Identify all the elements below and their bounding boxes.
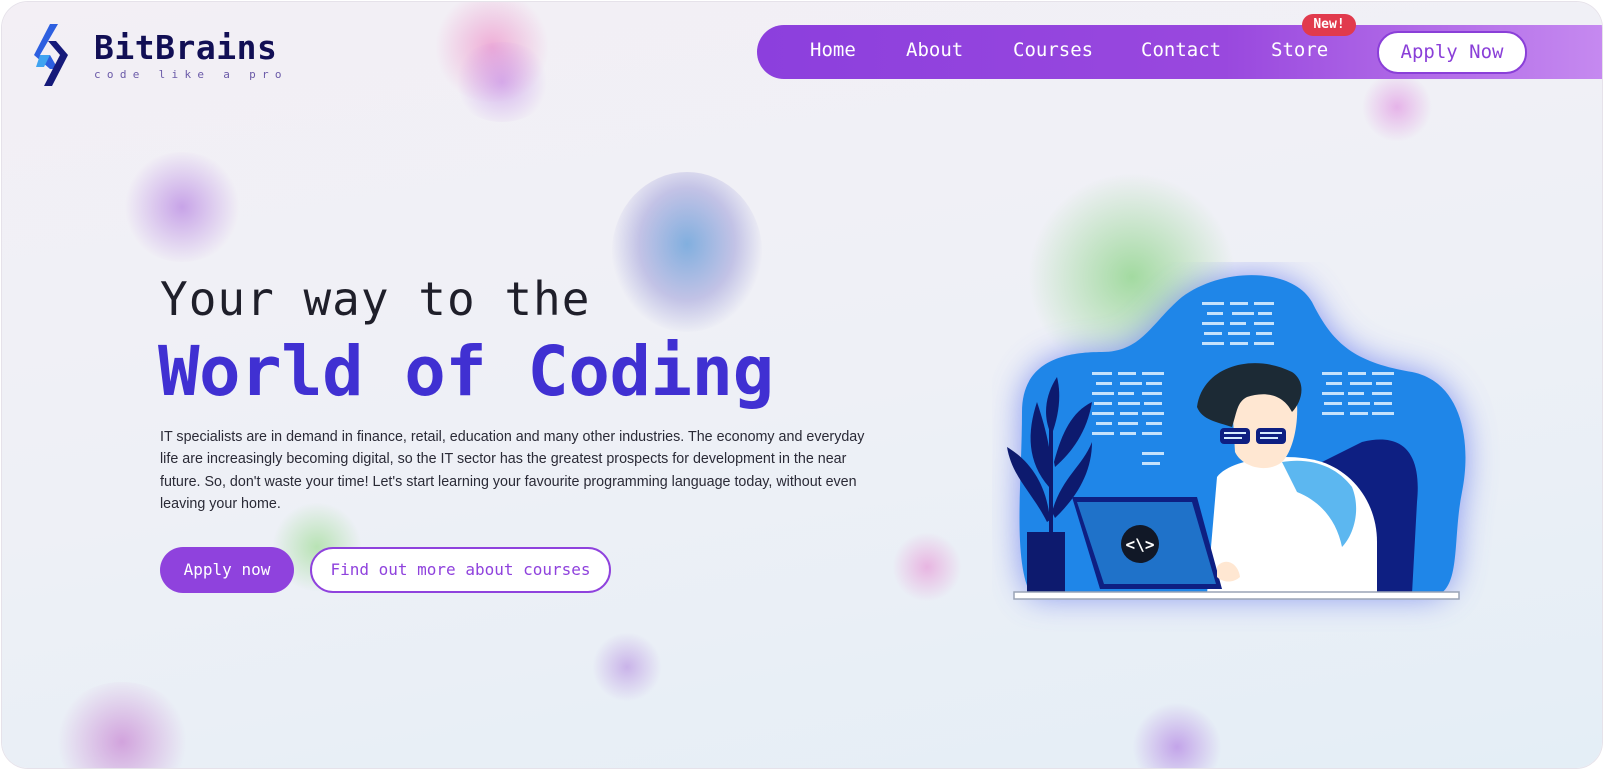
nav-item-contact[interactable]: Contact <box>1141 39 1221 61</box>
brand-name: BitBrains <box>94 27 278 67</box>
hero-title-line1: Your way to the <box>160 272 591 326</box>
nav-item-courses[interactable]: Courses <box>1013 39 1093 61</box>
background-blob <box>592 632 662 702</box>
brand-text: BitBrains code like a pro <box>94 27 288 81</box>
chevron-brackets-logo-icon <box>34 24 68 86</box>
nav-item-about[interactable]: About <box>906 39 963 61</box>
programmer-at-laptop-illustration: <\> <box>1007 275 1466 600</box>
brand-logo[interactable]: BitBrains code like a pro <box>28 24 288 86</box>
background-blob <box>892 532 962 602</box>
background-blob <box>1362 72 1432 142</box>
nav-item-store[interactable]: Store <box>1271 39 1328 61</box>
find-out-more-button[interactable]: Find out more about courses <box>310 547 611 593</box>
nav-item-home[interactable]: Home <box>810 39 856 61</box>
apply-now-button[interactable]: Apply now <box>160 547 294 593</box>
hero-description: IT specialists are in demand in finance,… <box>160 429 865 512</box>
background-blob <box>52 682 192 768</box>
laptop-code-symbol: <\> <box>1126 535 1155 554</box>
background-blob <box>452 42 552 122</box>
brand-tagline: code like a pro <box>94 67 288 81</box>
background-blob <box>612 172 762 332</box>
background-blob <box>122 152 242 262</box>
apply-now-nav-button[interactable]: Apply Now <box>1377 31 1527 74</box>
store-new-badge: New! <box>1302 14 1356 36</box>
landing-page: BitBrains code like a pro Home About Cou… <box>2 2 1602 768</box>
hero-title-line2: World of Coding <box>158 332 774 412</box>
top-navigation: Home About Courses Contact Store New! Ap… <box>757 14 1602 79</box>
background-blob <box>1132 702 1222 768</box>
